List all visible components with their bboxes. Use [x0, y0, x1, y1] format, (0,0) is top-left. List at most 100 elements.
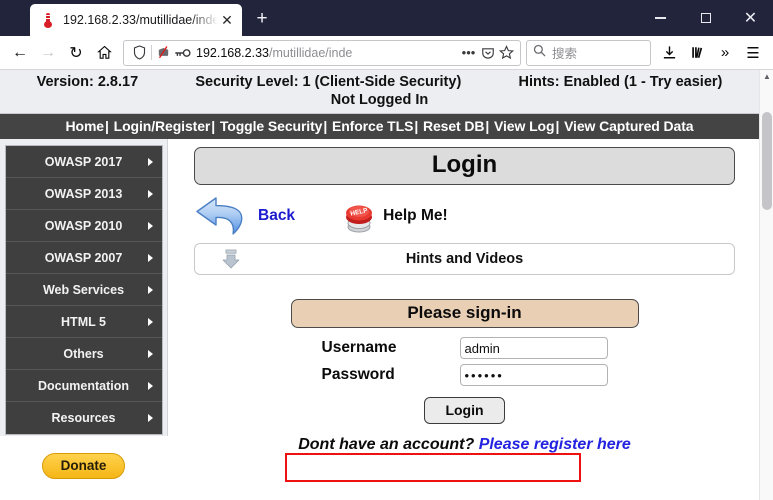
sidebar-item-others[interactable]: Others — [5, 338, 162, 370]
sidebar-item-label: HTML 5 — [61, 314, 106, 329]
sidebar-item-label: Others — [63, 346, 104, 361]
sidebar-item-label: OWASP 2017 — [44, 154, 123, 169]
nav-link-view-log[interactable]: View Log — [494, 118, 555, 134]
sidebar-item-label: Resources — [51, 411, 116, 425]
hints-and-videos-toggle[interactable]: Hints and Videos — [194, 243, 735, 275]
signin-legend: Please sign-in — [290, 299, 639, 328]
table-row: Password — [322, 364, 608, 386]
security-level-text: Security Level: 1 (Client-Side Security) — [195, 74, 462, 90]
minimize-button[interactable] — [638, 0, 683, 36]
action-row: Back HELP Help Me! — [194, 189, 735, 243]
key-icon[interactable] — [173, 42, 192, 64]
sidebar-item-owasp-2017[interactable]: OWASP 2017 — [5, 146, 162, 178]
back-nav-icon[interactable]: ← — [6, 39, 34, 67]
nav-link-reset-db[interactable]: Reset DB — [423, 118, 485, 134]
register-prompt-text: Dont have an account? — [298, 436, 479, 453]
chevron-right-icon — [147, 285, 153, 294]
chevron-right-icon — [147, 317, 153, 326]
search-icon — [533, 44, 546, 62]
password-cell — [459, 364, 608, 386]
address-bar[interactable]: 192.168.2.33/mutillidae/inde ••• — [123, 39, 521, 66]
scrollbar-thumb[interactable] — [762, 112, 772, 210]
login-submit-button[interactable]: Login — [424, 397, 505, 424]
help-button-icon[interactable]: HELP — [341, 197, 377, 235]
star-icon[interactable] — [497, 42, 516, 64]
shield-icon[interactable] — [130, 42, 149, 64]
nav-link-home[interactable]: Home — [66, 118, 105, 134]
overflow-menu-icon[interactable]: » — [711, 39, 739, 67]
password-label: Password — [321, 366, 395, 383]
sidebar-item-resources[interactable]: Resources — [5, 402, 162, 434]
nav-link-view-captured-data[interactable]: View Captured Data — [564, 118, 694, 134]
library-icon[interactable] — [683, 39, 711, 67]
window-controls: ✕ — [638, 0, 773, 36]
page-actions-icon[interactable]: ••• — [459, 42, 478, 64]
register-link[interactable]: Please register here — [479, 436, 631, 453]
forward-nav-icon[interactable]: → — [34, 39, 62, 67]
main-content: Login Back HELP Help Me! Hints and Video… — [168, 139, 759, 453]
downloads-icon[interactable] — [655, 39, 683, 67]
scroll-up-arrow-icon[interactable]: ▲ — [760, 70, 773, 84]
navigation-toolbar: ← → ↻ 192.168.2.33/mutillidae/inde ••• 搜… — [0, 36, 773, 70]
nav-separator: | — [105, 118, 109, 134]
sidebar-item-owasp-2007[interactable]: OWASP 2007 — [5, 242, 162, 274]
chevron-right-icon — [147, 253, 153, 262]
credentials-table: Username Password — [322, 337, 608, 386]
sidebar-item-documentation[interactable]: Documentation — [5, 370, 162, 402]
donate-section: Donate — [0, 453, 167, 479]
nav-link-enforce-tls[interactable]: Enforce TLS — [332, 118, 413, 134]
nav-separator: | — [323, 118, 328, 134]
sidebar-item-owasp-2013[interactable]: OWASP 2013 — [5, 178, 162, 210]
reload-icon[interactable]: ↻ — [62, 39, 90, 67]
version-text: Version: 2.8.17 — [36, 74, 139, 90]
chevron-right-icon — [147, 349, 153, 358]
sidebar-item-label: OWASP 2010 — [44, 218, 123, 233]
new-tab-button[interactable]: + — [247, 4, 277, 36]
nav-separator: | — [555, 118, 560, 134]
site-nav-bar: Home| Login/Register| Toggle Security| E… — [0, 114, 759, 139]
sidebar-item-owasp-2010[interactable]: OWASP 2010 — [5, 210, 162, 242]
sidebar-item-label: Web Services — [42, 282, 125, 297]
tab-strip: 192.168.2.33/mutillidae/inde ✕ + ✕ — [0, 0, 773, 36]
browser-chrome: 192.168.2.33/mutillidae/inde ✕ + ✕ ← → ↻ — [0, 0, 773, 70]
broken-shield-icon[interactable] — [154, 42, 173, 64]
maximize-button[interactable] — [683, 0, 728, 36]
chevron-right-icon — [147, 381, 153, 390]
page-scrollbar[interactable]: ▲ — [759, 70, 773, 500]
page-viewport: Version: 2.8.17 Security Level: 1 (Clien… — [0, 70, 773, 500]
donate-button[interactable]: Donate — [41, 453, 126, 479]
close-tab-icon[interactable]: ✕ — [218, 11, 236, 29]
nav-separator: | — [485, 118, 490, 134]
chevron-right-icon — [147, 221, 153, 230]
hints-status-text: Hints: Enabled (1 - Try easier) — [518, 74, 723, 90]
nav-separator: | — [211, 118, 216, 134]
web-page: Version: 2.8.17 Security Level: 1 (Clien… — [0, 70, 759, 500]
app-menu-icon[interactable]: ☰ — [739, 39, 767, 67]
search-bar[interactable]: 搜索 — [526, 39, 651, 66]
nav-link-toggle-security[interactable]: Toggle Security — [220, 118, 323, 134]
sidebar-item-web-services[interactable]: Web Services — [5, 274, 162, 306]
password-input[interactable] — [459, 364, 608, 386]
browser-tab[interactable]: 192.168.2.33/mutillidae/inde ✕ — [30, 4, 242, 36]
back-arrow-icon[interactable] — [194, 192, 250, 240]
sidebar-menu: OWASP 2017 OWASP 2013 OWASP 2010 OWASP 2… — [4, 145, 163, 435]
back-link[interactable]: Back — [258, 207, 295, 225]
help-me-link[interactable]: Help Me! — [383, 207, 448, 225]
sidebar-item-label: OWASP 2007 — [44, 250, 123, 265]
sidebar-item-label: Documentation — [38, 378, 129, 393]
register-prompt: Dont have an account? Please register he… — [194, 436, 735, 454]
login-form: Please sign-in Username Password — [194, 299, 735, 454]
close-window-button[interactable]: ✕ — [728, 0, 773, 36]
sidebar-item-html-5[interactable]: HTML 5 — [5, 306, 162, 338]
url-text: 192.168.2.33/mutillidae/inde — [196, 45, 353, 60]
login-status-text: Not Logged In — [330, 92, 429, 108]
site-status-header: Version: 2.8.17 Security Level: 1 (Clien… — [0, 70, 759, 114]
chevron-right-icon — [147, 157, 153, 166]
nav-link-login-register[interactable]: Login/Register — [114, 118, 211, 134]
username-label: Username — [321, 339, 397, 356]
home-icon[interactable] — [90, 39, 118, 67]
sidebar-item-label: OWASP 2013 — [44, 186, 123, 201]
tab-title: 192.168.2.33/mutillidae/inde — [63, 13, 218, 27]
pocket-icon[interactable] — [478, 42, 497, 64]
username-input[interactable] — [459, 337, 608, 359]
